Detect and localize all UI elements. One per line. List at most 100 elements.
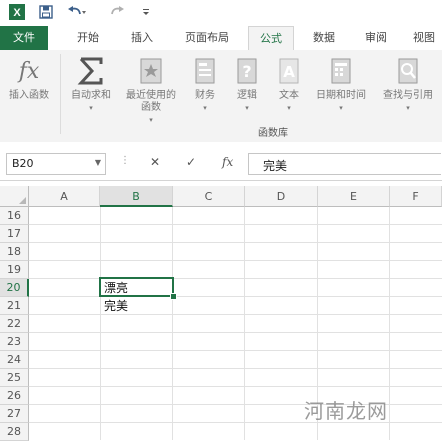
name-box[interactable]: B20 ▼ bbox=[6, 153, 106, 175]
logical-button[interactable]: ? 逻辑 ▾ bbox=[230, 54, 264, 114]
logical-icon: ? bbox=[232, 54, 262, 88]
date-time-icon bbox=[326, 54, 356, 88]
quick-access-toolbar: X bbox=[0, 0, 442, 26]
autosum-button[interactable]: 自动求和 ▾ bbox=[63, 54, 119, 114]
enter-icon[interactable]: ✓ bbox=[186, 155, 196, 169]
date-time-button[interactable]: 日期和时间 ▾ bbox=[308, 54, 374, 114]
recent-functions-label: 最近使用的 函数 bbox=[126, 90, 176, 113]
save-icon[interactable] bbox=[38, 4, 54, 20]
row-header-28[interactable]: 28 bbox=[0, 423, 29, 441]
tab-review[interactable]: 审阅 bbox=[354, 26, 398, 50]
dropdown-arrow-icon: ▾ bbox=[203, 104, 207, 112]
grid-line bbox=[29, 278, 442, 279]
dropdown-arrow-icon: ▾ bbox=[89, 104, 93, 112]
svg-text:X: X bbox=[13, 7, 21, 19]
dropdown-arrow-icon: ▾ bbox=[339, 104, 343, 112]
formula-input[interactable]: 完美 bbox=[248, 153, 441, 175]
row-header-26[interactable]: 26 bbox=[0, 387, 29, 405]
recent-functions-icon bbox=[136, 54, 166, 88]
dropdown-arrow-icon: ▾ bbox=[149, 116, 153, 124]
row-header-23[interactable]: 23 bbox=[0, 333, 29, 351]
financial-icon bbox=[190, 54, 220, 88]
text-button[interactable]: A 文本 ▾ bbox=[272, 54, 306, 114]
row-header-20[interactable]: 20 bbox=[0, 279, 29, 297]
tab-view[interactable]: 视图 bbox=[406, 26, 442, 50]
tab-formulas[interactable]: 公式 bbox=[248, 26, 294, 52]
row-header-21[interactable]: 21 bbox=[0, 297, 29, 315]
grid-line bbox=[29, 242, 442, 243]
grid-line bbox=[29, 368, 442, 369]
fill-handle[interactable] bbox=[170, 293, 177, 300]
recent-functions-button[interactable]: 最近使用的 函数 ▾ bbox=[120, 54, 182, 126]
sigma-icon bbox=[76, 54, 106, 88]
column-header-d[interactable]: D bbox=[245, 186, 318, 207]
svg-text:?: ? bbox=[242, 62, 251, 81]
grid-line bbox=[29, 332, 442, 333]
grid-line bbox=[29, 260, 442, 261]
row-header-22[interactable]: 22 bbox=[0, 315, 29, 333]
select-all-triangle-icon bbox=[19, 197, 26, 204]
row-header-25[interactable]: 25 bbox=[0, 369, 29, 387]
lookup-reference-label: 查找与引用 bbox=[383, 90, 433, 101]
insert-function-button[interactable]: fx 插入函数 bbox=[2, 54, 56, 102]
ribbon-function-library: fx 插入函数 自动求和 ▾ 最近使用的 函数 ▾ 财务 ▾ ? 逻辑 ▾ A bbox=[0, 50, 442, 143]
undo-icon[interactable] bbox=[66, 4, 88, 20]
formula-input-value: 完美 bbox=[263, 159, 288, 173]
lookup-reference-button[interactable]: 查找与引用 ▾ bbox=[376, 54, 440, 114]
function-library-group-label: 函数库 bbox=[258, 128, 288, 139]
lookup-icon bbox=[393, 54, 423, 88]
column-header-e[interactable]: E bbox=[318, 186, 390, 207]
dropdown-arrow-icon: ▾ bbox=[245, 104, 249, 112]
tab-file[interactable]: 文件 bbox=[0, 26, 48, 50]
row-header-24[interactable]: 24 bbox=[0, 351, 29, 369]
ribbon-tabs: 文件 开始 插入 页面布局 公式 数据 审阅 视图 bbox=[0, 26, 442, 52]
text-icon: A bbox=[274, 54, 304, 88]
column-header-b[interactable]: B bbox=[100, 186, 173, 207]
grid-line bbox=[29, 224, 442, 225]
column-header-a[interactable]: A bbox=[29, 186, 100, 207]
ribbon-divider bbox=[60, 54, 61, 134]
insert-function-label: 插入函数 bbox=[9, 90, 49, 101]
svg-text:fx: fx bbox=[17, 59, 40, 84]
dropdown-arrow-icon: ▾ bbox=[287, 104, 291, 112]
cell-b21[interactable]: 完美 bbox=[104, 297, 128, 315]
tab-data[interactable]: 数据 bbox=[302, 26, 346, 50]
select-all-button[interactable] bbox=[0, 186, 29, 207]
date-time-label: 日期和时间 bbox=[316, 90, 366, 101]
watermark: 河南龙网 bbox=[304, 399, 388, 423]
row-header-17[interactable]: 17 bbox=[0, 225, 29, 243]
insert-function-icon[interactable]: fx bbox=[222, 155, 233, 169]
column-header-c[interactable]: C bbox=[173, 186, 245, 207]
formula-bar: B20 ▼ ⋮ ✕ ✓ fx 完美 bbox=[0, 142, 442, 181]
tab-home[interactable]: 开始 bbox=[66, 26, 110, 50]
grid-line bbox=[389, 207, 390, 440]
grid-line bbox=[29, 386, 442, 387]
tab-insert[interactable]: 插入 bbox=[120, 26, 164, 50]
logical-label: 逻辑 bbox=[237, 90, 257, 101]
grid-line bbox=[29, 296, 442, 297]
text-label: 文本 bbox=[279, 90, 299, 101]
row-header-18[interactable]: 18 bbox=[0, 243, 29, 261]
chevron-down-icon[interactable]: ▼ bbox=[95, 158, 101, 167]
active-cell-border bbox=[99, 277, 174, 297]
grid-line bbox=[29, 314, 442, 315]
financial-label: 财务 bbox=[195, 90, 215, 101]
grid-line bbox=[244, 207, 245, 440]
redo-icon[interactable] bbox=[106, 4, 128, 20]
svg-text:A: A bbox=[283, 63, 295, 81]
tab-page-layout[interactable]: 页面布局 bbox=[176, 26, 238, 50]
autosum-label: 自动求和 bbox=[71, 90, 111, 101]
row-header-16[interactable]: 16 bbox=[0, 207, 29, 225]
row-header-19[interactable]: 19 bbox=[0, 261, 29, 279]
grid-line bbox=[172, 207, 173, 440]
cancel-icon[interactable]: ✕ bbox=[150, 155, 160, 169]
dropdown-arrow-icon: ▾ bbox=[406, 104, 410, 112]
customize-qat-icon[interactable] bbox=[140, 4, 152, 20]
fx-icon: fx bbox=[14, 54, 44, 88]
excel-logo-icon[interactable]: X bbox=[8, 4, 26, 20]
name-box-value: B20 bbox=[12, 157, 34, 170]
row-header-27[interactable]: 27 bbox=[0, 405, 29, 423]
financial-button[interactable]: 财务 ▾ bbox=[188, 54, 222, 114]
column-header-f[interactable]: F bbox=[390, 186, 442, 207]
formula-bar-grip-icon[interactable]: ⋮ bbox=[120, 155, 130, 166]
